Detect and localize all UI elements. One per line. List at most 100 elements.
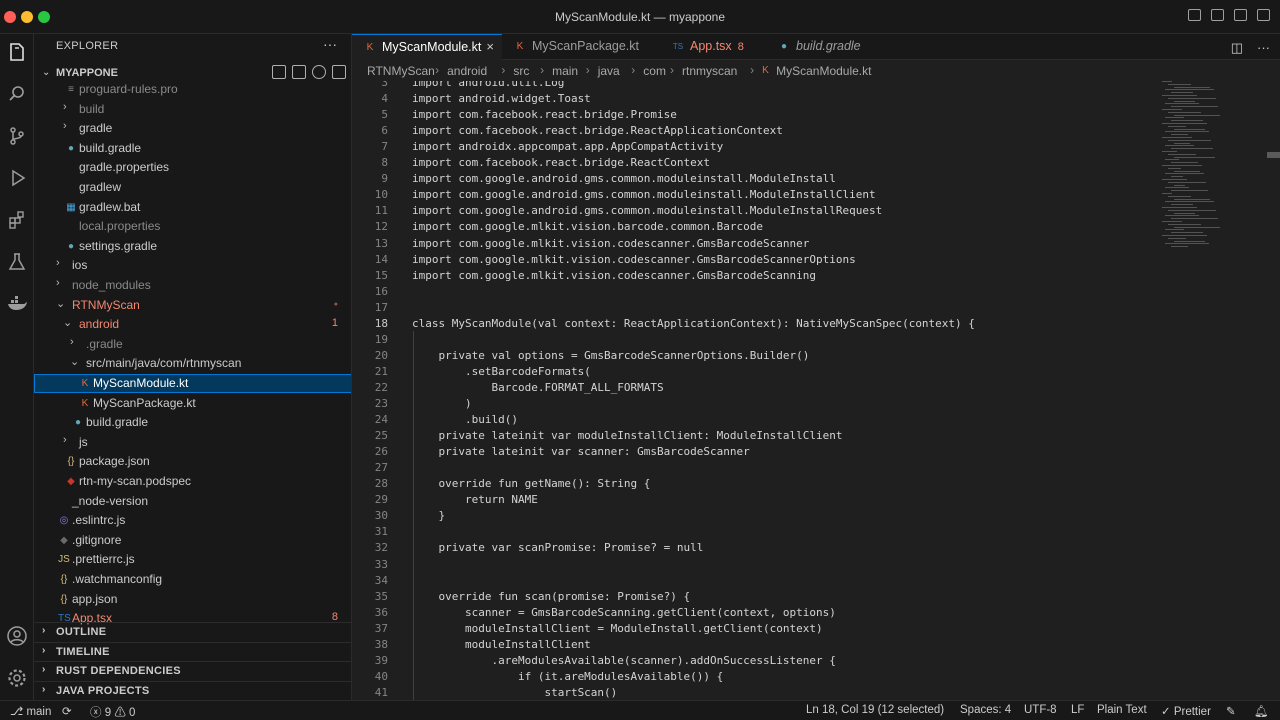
file-tree-item[interactable]: ◆ .gitignore	[34, 531, 351, 550]
encoding[interactable]: UTF-8	[1024, 704, 1057, 716]
minimap-line	[1162, 235, 1207, 236]
section-timeline[interactable]: › TIMELINE	[34, 641, 351, 661]
manage-gear-icon[interactable]	[5, 666, 29, 690]
explorer-more-actions-button[interactable]: ···	[323, 36, 337, 52]
breadcrumb-item[interactable]: java	[598, 64, 620, 78]
explorer-icon[interactable]	[5, 40, 29, 64]
more-actions-icon[interactable]: ···	[1257, 40, 1270, 56]
kotlin-file-icon: K	[366, 42, 374, 53]
new-folder-icon[interactable]	[292, 65, 306, 79]
file-tree-item[interactable]: gradlew	[34, 178, 351, 197]
file-tree-item-label: gradlew.bat	[79, 199, 141, 214]
branch-status[interactable]: ⎇ main	[10, 704, 51, 718]
breadcrumb-item[interactable]: main	[552, 64, 578, 78]
minimap-line	[1168, 83, 1191, 85]
file-tree-item[interactable]: {} .watchmanconfig	[34, 570, 351, 589]
file-tree-item[interactable]: › .gradle	[34, 335, 351, 354]
file-tree-item[interactable]: › js	[34, 433, 351, 452]
sync-button[interactable]: ⟳	[62, 704, 72, 718]
tab-app-tsx[interactable]: TS App.tsx 8	[660, 34, 766, 60]
run-debug-icon[interactable]	[5, 166, 29, 190]
language-mode[interactable]: Plain Text	[1097, 704, 1147, 716]
line-number: 7	[381, 140, 388, 154]
breadcrumb-item[interactable]: rtnmyscan	[682, 64, 737, 78]
toggle-panel-icon[interactable]	[1211, 9, 1224, 21]
toggle-sidebar-icon[interactable]	[1188, 9, 1201, 21]
new-file-icon[interactable]	[272, 65, 286, 79]
file-tree-item[interactable]: ⌄ android 1	[34, 315, 351, 334]
minimap[interactable]	[1162, 81, 1242, 261]
search-icon[interactable]	[5, 82, 29, 106]
file-tree-item[interactable]: ◎ .eslintrc.js	[34, 511, 351, 530]
file-tree-item[interactable]: local.properties	[34, 217, 351, 236]
prettier-status[interactable]: ✓ Prettier	[1161, 704, 1211, 718]
code-editor[interactable]: 3 import android.util.Log 4 import android.…	[352, 81, 1280, 700]
file-tree-item[interactable]: › gradle	[34, 119, 351, 138]
file-tree-item[interactable]: ● build.gradle	[34, 413, 351, 432]
file-tree-item[interactable]: › node_modules	[34, 276, 351, 295]
indentation[interactable]: Spaces: 4	[960, 704, 1011, 716]
source-control-icon[interactable]	[5, 124, 29, 148]
file-tree-item[interactable]: ● settings.gradle	[34, 237, 351, 256]
code-text: import com.google.mlkit.vision.codescann…	[412, 252, 856, 266]
file-tree-item[interactable]: K MyScanModule.kt	[34, 374, 351, 393]
file-tree-item[interactable]: ▦ gradlew.bat	[34, 198, 351, 217]
section-java-projects[interactable]: › JAVA PROJECTS	[34, 680, 351, 700]
file-tree-item[interactable]: ⌄ RTNMyScan ●	[34, 296, 351, 315]
file-tree-item[interactable]: › ios	[34, 256, 351, 275]
file-tree-item[interactable]: K MyScanPackage.kt	[34, 394, 351, 413]
toggle-secondary-sidebar-icon[interactable]	[1234, 9, 1247, 21]
file-tree-item-label: build	[79, 101, 105, 116]
cursor-position[interactable]: Ln 18, Col 19 (12 selected)	[806, 704, 944, 716]
breadcrumb-item[interactable]: MyScanModule.kt	[776, 64, 871, 78]
code-line: 6 import com.facebook.react.bridge.ReactA…	[352, 123, 1280, 139]
file-tree-item[interactable]: › build	[34, 100, 351, 119]
customize-layout-icon[interactable]	[1257, 9, 1270, 21]
docker-icon[interactable]	[5, 292, 29, 316]
line-number: 24	[374, 413, 388, 427]
code-text: import com.facebook.react.bridge.Promise	[412, 108, 677, 122]
refresh-icon[interactable]	[312, 65, 326, 79]
code-text: moduleInstallClient	[412, 637, 591, 651]
tab-build-gradle[interactable]: ● build.gradle	[766, 34, 876, 60]
file-tree-item[interactable]: ⌄ src/main/java/com/rtnmyscan	[34, 354, 351, 373]
breadcrumb-item[interactable]: android	[447, 64, 487, 78]
extensions-icon[interactable]	[5, 208, 29, 232]
file-tree-item[interactable]: ● build.gradle	[34, 139, 351, 158]
code-line: 21 .setBarcodeFormats(	[352, 364, 1280, 380]
line-number: 32	[374, 541, 388, 555]
file-tree-item[interactable]: _node-version	[34, 492, 351, 511]
testing-icon[interactable]	[5, 250, 29, 274]
section-outline[interactable]: › OUTLINE	[34, 622, 351, 641]
breadcrumb-item[interactable]: src	[513, 64, 529, 78]
breadcrumb-item[interactable]: RTNMyScan	[367, 64, 435, 78]
split-editor-icon[interactable]: ◫	[1231, 40, 1243, 56]
editor-scrollbar-thumb[interactable]	[1267, 152, 1280, 158]
minimap-line	[1162, 123, 1207, 124]
section-rust-dependencies[interactable]: › RUST DEPENDENCIES	[34, 661, 351, 680]
close-tab-icon[interactable]: ×	[486, 39, 494, 54]
file-tree-item[interactable]: {} app.json	[34, 590, 351, 609]
file-tree-item[interactable]: gradle.properties	[34, 158, 351, 177]
feedback-icon[interactable]: ✎	[1226, 704, 1236, 718]
notifications-bell-icon[interactable]: 🔔︎	[1254, 704, 1269, 718]
collapse-all-icon[interactable]	[332, 65, 346, 79]
tab-myscanmodule-kt[interactable]: K MyScanModule.kt ×	[352, 34, 502, 60]
minimap-line	[1168, 195, 1191, 197]
accounts-icon[interactable]	[5, 624, 29, 648]
file-tree-item[interactable]: JS .prettierrc.js	[34, 550, 351, 569]
chevron-right-icon: ›	[56, 277, 60, 289]
file-tree-item[interactable]: ◆ rtn-my-scan.podspec	[34, 472, 351, 491]
file-tree-item-label: build.gradle	[79, 140, 142, 155]
code-text: import com.google.android.gms.common.mod…	[412, 188, 876, 202]
file-tree-item[interactable]: {} package.json	[34, 452, 351, 471]
file-tree-item[interactable]: ≡ proguard-rules.pro	[34, 80, 351, 99]
minimap-line	[1174, 128, 1205, 130]
minimap-line	[1174, 170, 1200, 172]
problems-status[interactable]: ⓧ 9 ⚠ 0	[90, 704, 135, 720]
breadcrumb-item[interactable]: com	[643, 64, 666, 78]
tab-myscanpackage-kt[interactable]: K MyScanPackage.kt	[502, 34, 660, 60]
end-of-line[interactable]: LF	[1071, 704, 1084, 716]
minimap-line	[1171, 204, 1193, 206]
code-line: 30 }	[352, 508, 1280, 524]
